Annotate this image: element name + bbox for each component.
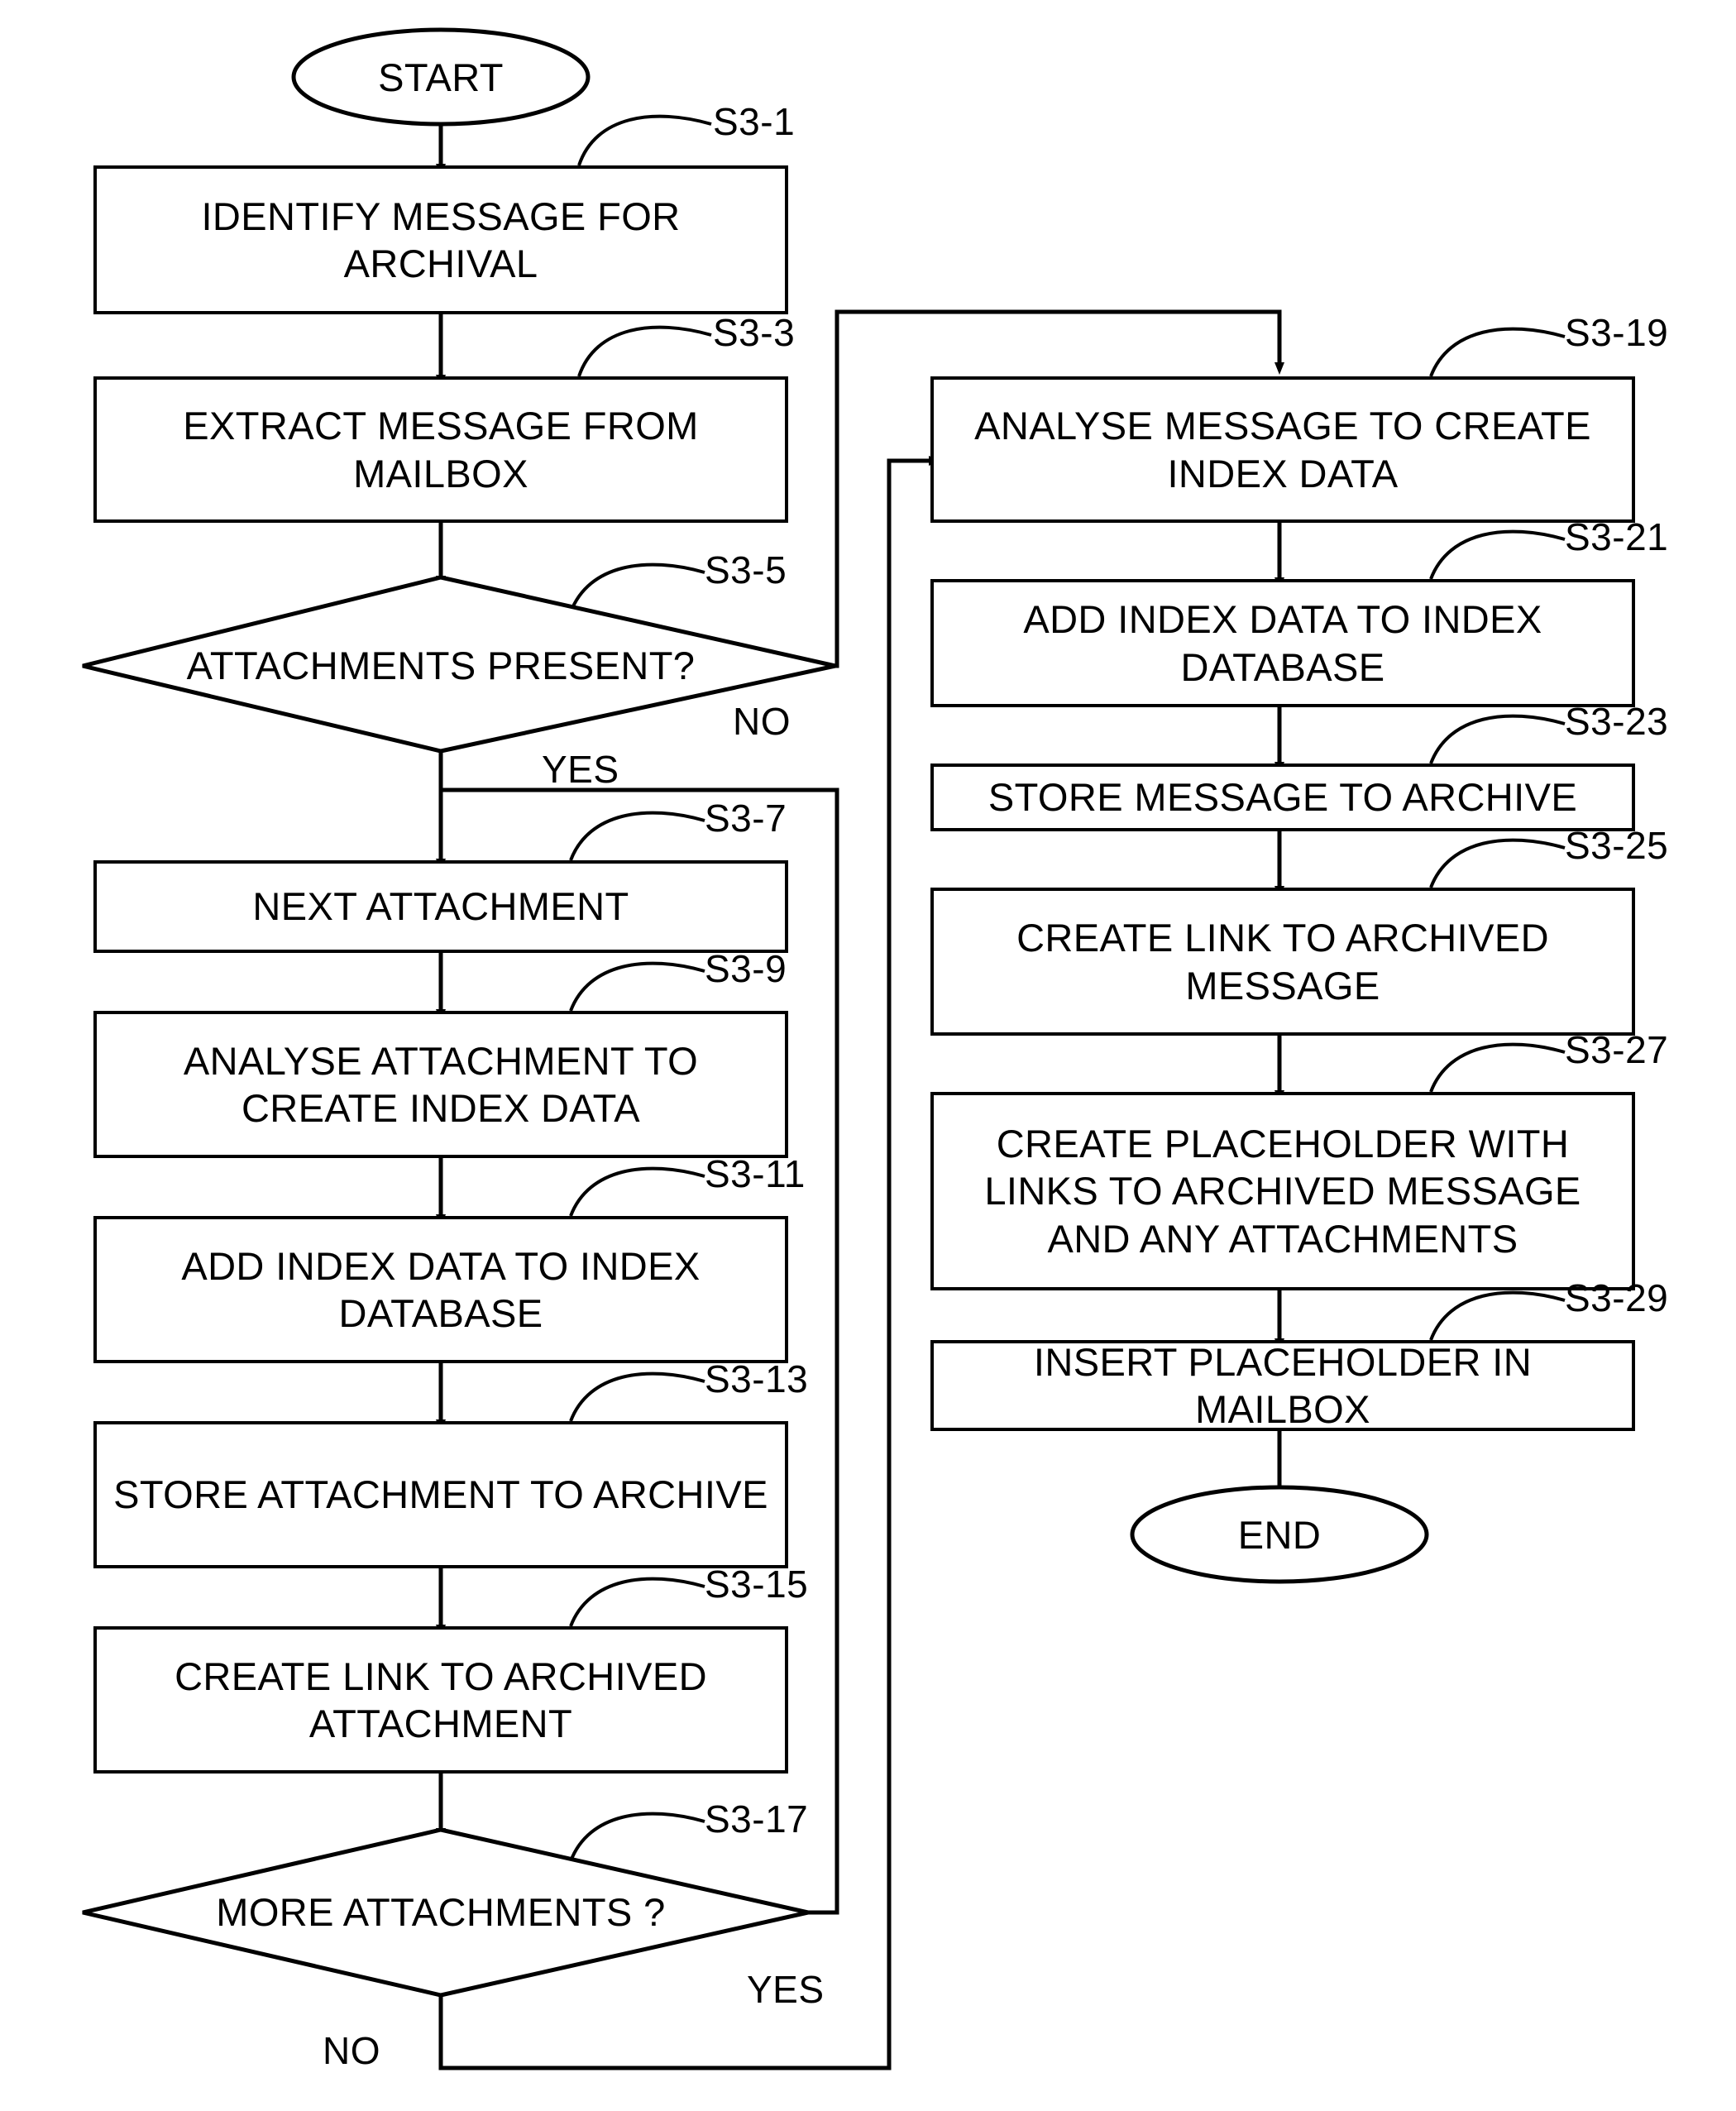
steptag-s3-11: S3-11 [705, 1152, 806, 1195]
node-s3-15-label: CREATE LINK TO ARCHIVED ATTACHMENT [175, 1654, 707, 1745]
steptag-s3-15: S3-15 [705, 1563, 809, 1606]
node-s3-13-label: STORE ATTACHMENT TO ARCHIVE [113, 1472, 768, 1517]
end-label: END [1237, 1512, 1322, 1557]
steptag-s3-9: S3-9 [705, 947, 787, 990]
start-label: START [378, 55, 504, 99]
node-s3-17-label: MORE ATTACHMENTS ? [216, 1890, 666, 1935]
node-s3-21-label: ADD INDEX DATA TO INDEX DATABASE [1023, 597, 1542, 689]
node-s3-11[interactable]: ADD INDEX DATA TO INDEX DATABASE [93, 1216, 788, 1363]
flowchart-canvas: START IDENTIFY MESSAGE FOR ARCHIVAL S3-1… [0, 0, 1736, 2111]
node-s3-5-label: ATTACHMENTS PRESENT? [186, 644, 696, 688]
steptag-s3-29: S3-29 [1565, 1276, 1669, 1319]
node-s3-25-label: CREATE LINK TO ARCHIVED MESSAGE [1016, 916, 1549, 1008]
node-s3-27[interactable]: CREATE PLACEHOLDER WITH LINKS TO ARCHIVE… [930, 1092, 1635, 1290]
leader-s3-9 [569, 961, 705, 1012]
steptag-s3-21: S3-21 [1565, 515, 1669, 558]
node-s3-29-label: INSERT PLACEHOLDER IN MAILBOX [1033, 1339, 1533, 1431]
steptag-s3-17: S3-17 [705, 1797, 809, 1841]
node-s3-15[interactable]: CREATE LINK TO ARCHIVED ATTACHMENT [93, 1626, 788, 1774]
steptag-s3-19: S3-19 [1565, 311, 1669, 354]
node-s3-23[interactable]: STORE MESSAGE TO ARCHIVE [930, 764, 1635, 831]
leader-s3-15 [569, 1577, 705, 1627]
leader-s3-13 [569, 1371, 705, 1422]
node-s3-3-label: EXTRACT MESSAGE FROM MAILBOX [183, 404, 699, 495]
node-s3-21[interactable]: ADD INDEX DATA TO INDEX DATABASE [930, 579, 1635, 707]
steptag-s3-23: S3-23 [1565, 700, 1669, 743]
node-s3-25[interactable]: CREATE LINK TO ARCHIVED MESSAGE [930, 888, 1635, 1036]
node-s3-19[interactable]: ANALYSE MESSAGE TO CREATE INDEX DATA [930, 376, 1635, 523]
leader-s3-21 [1429, 529, 1566, 580]
leader-s3-11 [569, 1166, 705, 1217]
edge-label-s3-5-no: NO [733, 700, 791, 743]
leader-s3-5 [569, 562, 705, 613]
edge-label-s3-17-yes: YES [747, 1968, 825, 2011]
leader-s3-7 [569, 811, 705, 861]
node-s3-7-label: NEXT ATTACHMENT [252, 884, 629, 929]
node-s3-9-label: ANALYSE ATTACHMENT TO CREATE INDEX DATA [183, 1038, 699, 1130]
node-s3-29[interactable]: INSERT PLACEHOLDER IN MAILBOX [930, 1340, 1635, 1431]
steptag-s3-3: S3-3 [713, 311, 796, 354]
leader-s3-17 [569, 1812, 705, 1862]
node-s3-9[interactable]: ANALYSE ATTACHMENT TO CREATE INDEX DATA [93, 1011, 788, 1158]
leader-s3-19 [1429, 327, 1566, 377]
leader-s3-1 [577, 114, 712, 166]
node-s3-5[interactable]: ATTACHMENTS PRESENT? [165, 608, 716, 724]
node-s3-19-label: ANALYSE MESSAGE TO CREATE INDEX DATA [974, 404, 1591, 495]
node-s3-11-label: ADD INDEX DATA TO INDEX DATABASE [181, 1243, 701, 1335]
leader-s3-25 [1429, 838, 1566, 888]
node-s3-1[interactable]: IDENTIFY MESSAGE FOR ARCHIVAL [93, 165, 788, 314]
start-terminator: START [294, 52, 588, 102]
node-s3-3[interactable]: EXTRACT MESSAGE FROM MAILBOX [93, 376, 788, 523]
edge-label-s3-17-no: NO [323, 2029, 380, 2072]
steptag-s3-1: S3-1 [713, 100, 796, 143]
node-s3-7[interactable]: NEXT ATTACHMENT [93, 860, 788, 953]
edge-label-s3-5-yes: YES [542, 748, 619, 791]
steptag-s3-7: S3-7 [705, 797, 787, 840]
steptag-s3-13: S3-13 [705, 1357, 809, 1400]
leader-s3-23 [1429, 714, 1566, 764]
steptag-s3-27: S3-27 [1565, 1028, 1669, 1071]
leader-s3-29 [1429, 1290, 1566, 1341]
node-s3-13[interactable]: STORE ATTACHMENT TO ARCHIVE [93, 1421, 788, 1568]
steptag-s3-5: S3-5 [705, 548, 787, 591]
node-s3-1-label: IDENTIFY MESSAGE FOR ARCHIVAL [201, 194, 681, 285]
node-s3-17[interactable]: MORE ATTACHMENTS ? [145, 1882, 737, 1943]
steptag-s3-25: S3-25 [1565, 824, 1669, 867]
leader-s3-27 [1429, 1042, 1566, 1093]
end-terminator: END [1132, 1510, 1427, 1559]
node-s3-27-label: CREATE PLACEHOLDER WITH LINKS TO ARCHIVE… [984, 1122, 1581, 1261]
node-s3-23-label: STORE MESSAGE TO ARCHIVE [988, 775, 1578, 820]
leader-s3-3 [577, 325, 712, 377]
